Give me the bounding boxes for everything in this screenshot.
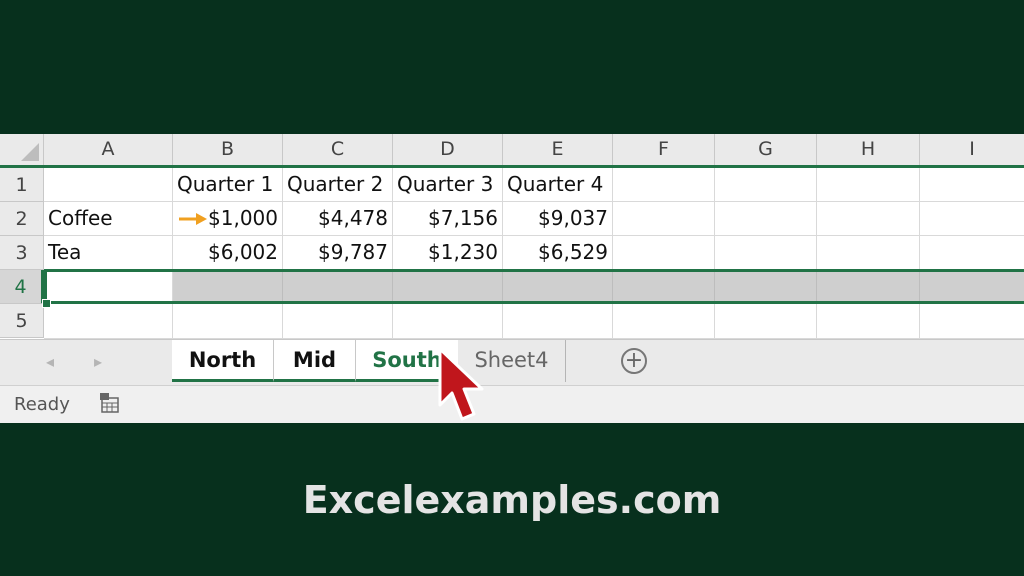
cell-a1[interactable] <box>44 168 173 202</box>
cell-e4[interactable] <box>503 270 613 304</box>
cell-d3[interactable]: $1,230 <box>393 236 503 270</box>
cell-f5[interactable] <box>613 304 715 339</box>
column-header-b[interactable]: B <box>173 134 283 165</box>
row-header-2[interactable]: 2 <box>0 202 44 236</box>
cell-g4[interactable] <box>715 270 817 304</box>
site-watermark: Excelexamples.com <box>302 478 722 522</box>
cell-d1[interactable]: Quarter 3 <box>393 168 503 202</box>
column-header-a[interactable]: A <box>44 134 173 165</box>
cell-h4[interactable] <box>817 270 920 304</box>
right-arrow-icon <box>179 213 207 225</box>
column-header-g[interactable]: G <box>715 134 817 165</box>
cell-f1[interactable] <box>613 168 715 202</box>
new-sheet-button[interactable]: + <box>621 348 647 374</box>
cell-i1[interactable] <box>920 168 1024 202</box>
sheet-tab-north[interactable]: North <box>172 340 274 382</box>
cell-c2[interactable]: $4,478 <box>283 202 393 236</box>
column-header-d[interactable]: D <box>393 134 503 165</box>
cell-e1[interactable]: Quarter 4 <box>503 168 613 202</box>
cell-a4[interactable] <box>44 270 173 304</box>
cell-i5[interactable] <box>920 304 1024 339</box>
cell-d5[interactable] <box>393 304 503 339</box>
mouse-pointer-icon <box>438 347 484 421</box>
cell-b1[interactable]: Quarter 1 <box>173 168 283 202</box>
cell-d4[interactable] <box>393 270 503 304</box>
cell-h5[interactable] <box>817 304 920 339</box>
cell-i3[interactable] <box>920 236 1024 270</box>
sheet-tab-bar: ◂ ▸ North Mid South Sheet4 + <box>0 339 1024 385</box>
cell-c1[interactable]: Quarter 2 <box>283 168 393 202</box>
cell-i4[interactable] <box>920 270 1024 304</box>
cell-b2-value: $1,000 <box>208 206 278 230</box>
column-header-c[interactable]: C <box>283 134 393 165</box>
cell-h2[interactable] <box>817 202 920 236</box>
cell-f3[interactable] <box>613 236 715 270</box>
cell-b3[interactable]: $6,002 <box>173 236 283 270</box>
cell-h3[interactable] <box>817 236 920 270</box>
cell-g5[interactable] <box>715 304 817 339</box>
cell-g2[interactable] <box>715 202 817 236</box>
fill-handle[interactable] <box>42 299 51 308</box>
column-header-i[interactable]: I <box>920 134 1024 165</box>
cell-e5[interactable] <box>503 304 613 339</box>
cell-e2[interactable]: $9,037 <box>503 202 613 236</box>
row-header-4[interactable]: 4 <box>0 270 44 304</box>
cell-e3[interactable]: $6,529 <box>503 236 613 270</box>
excel-window: A B C D E F G H I 1 2 3 4 5 Quarter 1 Qu… <box>0 134 1024 423</box>
cell-b4[interactable] <box>173 270 283 304</box>
column-header-f[interactable]: F <box>613 134 715 165</box>
cell-b5[interactable] <box>173 304 283 339</box>
cell-g1[interactable] <box>715 168 817 202</box>
sheet-tab-mid[interactable]: Mid <box>274 340 356 382</box>
cell-c3[interactable]: $9,787 <box>283 236 393 270</box>
row-header-3[interactable]: 3 <box>0 236 44 270</box>
row-header-5[interactable]: 5 <box>0 304 44 338</box>
prev-sheet-icon[interactable]: ◂ <box>46 352 54 372</box>
cell-b2[interactable]: $1,000 <box>173 202 283 236</box>
cell-d2[interactable]: $7,156 <box>393 202 503 236</box>
cell-a5[interactable] <box>44 304 173 339</box>
cell-c4[interactable] <box>283 270 393 304</box>
select-all-triangle-icon <box>21 143 39 161</box>
column-header-h[interactable]: H <box>817 134 920 165</box>
cell-c5[interactable] <box>283 304 393 339</box>
status-ready-text: Ready <box>14 394 70 415</box>
row-header-1[interactable]: 1 <box>0 168 44 202</box>
cell-f2[interactable] <box>613 202 715 236</box>
column-header-bar: A B C D E F G H I <box>0 134 1024 168</box>
cell-a2[interactable]: Coffee <box>44 202 173 236</box>
cell-g3[interactable] <box>715 236 817 270</box>
column-header-e[interactable]: E <box>503 134 613 165</box>
cell-f4[interactable] <box>613 270 715 304</box>
status-bar: Ready <box>0 385 1024 423</box>
select-all-button[interactable] <box>0 134 44 165</box>
cell-h1[interactable] <box>817 168 920 202</box>
macro-record-icon[interactable] <box>100 393 124 415</box>
cell-a3[interactable]: Tea <box>44 236 173 270</box>
next-sheet-icon[interactable]: ▸ <box>94 352 102 372</box>
cell-i2[interactable] <box>920 202 1024 236</box>
